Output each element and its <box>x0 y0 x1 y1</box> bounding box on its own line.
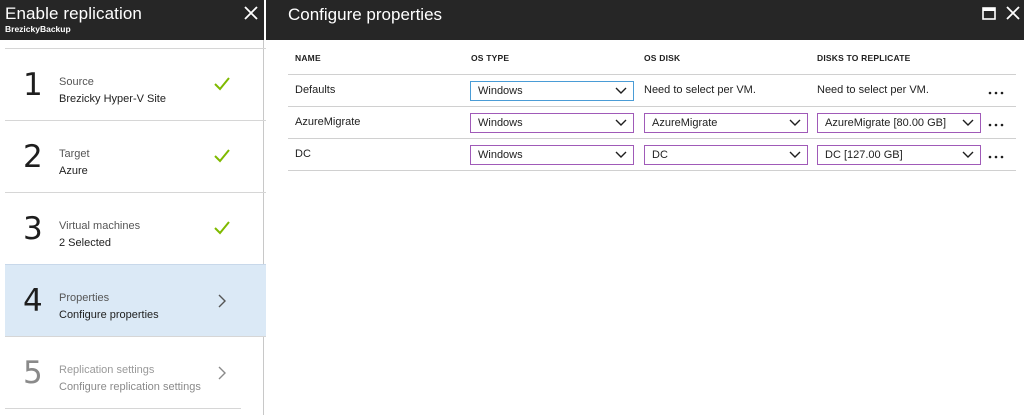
os-disk-dropdown[interactable]: AzureMigrate <box>644 113 808 133</box>
disks-to-replicate-dropdown[interactable]: DC [127.00 GB] <box>817 145 981 165</box>
step-target[interactable]: 2 Target Azure <box>5 120 269 192</box>
blade-title: Enable replication <box>5 4 142 23</box>
enable-replication-blade: Enable replication BrezickyBackup 1 Sour… <box>0 0 269 415</box>
step-number: 5 <box>23 355 43 391</box>
chevron-right-icon <box>218 294 226 308</box>
os-disk-text: Need to select per VM. <box>644 84 756 96</box>
blade-subtitle: BrezickyBackup <box>5 24 71 34</box>
blade-title: Configure properties <box>288 5 443 24</box>
dropdown-value: Windows <box>478 149 523 161</box>
column-header-os-type: OS TYPE <box>471 53 510 63</box>
checkmark-icon <box>214 221 230 235</box>
close-icon[interactable] <box>1006 4 1024 22</box>
step-value: Configure replication settings <box>59 381 201 393</box>
step-number: 1 <box>23 67 43 103</box>
blade-header: Enable replication BrezickyBackup <box>0 0 264 40</box>
step-title: Target <box>59 148 90 160</box>
dropdown-value: Windows <box>478 117 523 129</box>
chevron-down-icon <box>615 87 627 94</box>
step-source[interactable]: 1 Source Brezicky Hyper-V Site <box>5 48 269 120</box>
dropdown-value: DC [127.00 GB] <box>825 149 903 161</box>
ellipsis-icon[interactable] <box>988 83 1004 97</box>
app-window: Enable replication BrezickyBackup 1 Sour… <box>0 0 1024 415</box>
dropdown-value: DC <box>652 149 668 161</box>
step-title: Source <box>59 76 94 88</box>
chevron-right-icon <box>218 366 226 380</box>
vm-name: Defaults <box>295 84 336 96</box>
wizard-steps: 1 Source Brezicky Hyper-V Site 2 Target … <box>5 48 269 408</box>
chevron-down-icon <box>789 151 801 158</box>
step-title: Properties <box>59 292 110 304</box>
step-value: 2 Selected <box>59 237 111 249</box>
table-row: DC Windows DC DC [127.00 GB] <box>288 139 1016 171</box>
ellipsis-icon[interactable] <box>988 115 1004 129</box>
step-number: 4 <box>23 283 43 319</box>
ellipsis-icon[interactable] <box>988 147 1004 161</box>
close-icon[interactable] <box>242 4 260 22</box>
table-row: AzureMigrate Windows AzureMigrate AzureM… <box>288 107 1016 139</box>
table-header: NAME OS TYPE OS DISK DISKS TO REPLICATE <box>288 52 1016 75</box>
os-disk-dropdown[interactable]: DC <box>644 145 808 165</box>
table-row: Defaults Windows Need to select per VM. … <box>288 75 1016 107</box>
step-value: Brezicky Hyper-V Site <box>59 93 166 105</box>
step-number: 3 <box>23 211 43 247</box>
checkmark-icon <box>214 149 230 163</box>
os-type-dropdown[interactable]: Windows <box>470 81 634 101</box>
chevron-down-icon <box>615 119 627 126</box>
disks-to-replicate-text: Need to select per VM. <box>817 84 929 96</box>
step-title: Replication settings <box>59 364 155 376</box>
os-type-dropdown[interactable]: Windows <box>470 145 634 165</box>
step-number: 2 <box>23 139 43 175</box>
dropdown-value: AzureMigrate [80.00 GB] <box>825 117 947 129</box>
step-replication-settings[interactable]: 5 Replication settings Configure replica… <box>5 336 269 408</box>
os-type-dropdown[interactable]: Windows <box>470 113 634 133</box>
chevron-down-icon <box>789 119 801 126</box>
step-virtual-machines[interactable]: 3 Virtual machines 2 Selected <box>5 192 269 264</box>
column-header-os-disk: OS DISK <box>644 53 681 63</box>
step-title: Virtual machines <box>59 220 141 232</box>
step-value: Azure <box>59 165 88 177</box>
maximize-icon[interactable] <box>982 7 996 21</box>
vm-name: DC <box>295 148 311 160</box>
chevron-down-icon <box>615 151 627 158</box>
chevron-down-icon <box>962 119 974 126</box>
divider <box>5 408 241 409</box>
blade-header: Configure properties <box>266 0 1024 40</box>
dropdown-value: Windows <box>478 85 523 97</box>
column-header-name: NAME <box>295 53 321 63</box>
disks-to-replicate-dropdown[interactable]: AzureMigrate [80.00 GB] <box>817 113 981 133</box>
column-header-disks-to-replicate: DISKS TO REPLICATE <box>817 53 911 63</box>
checkmark-icon <box>214 77 230 91</box>
properties-table: NAME OS TYPE OS DISK DISKS TO REPLICATE … <box>288 52 1016 171</box>
chevron-down-icon <box>962 151 974 158</box>
dropdown-value: AzureMigrate <box>652 117 718 129</box>
configure-properties-blade: Configure properties NAME OS TYPE OS DIS… <box>266 0 1024 415</box>
step-properties[interactable]: 4 Properties Configure properties <box>5 264 269 336</box>
step-value: Configure properties <box>59 309 159 321</box>
vm-name: AzureMigrate <box>295 116 361 128</box>
